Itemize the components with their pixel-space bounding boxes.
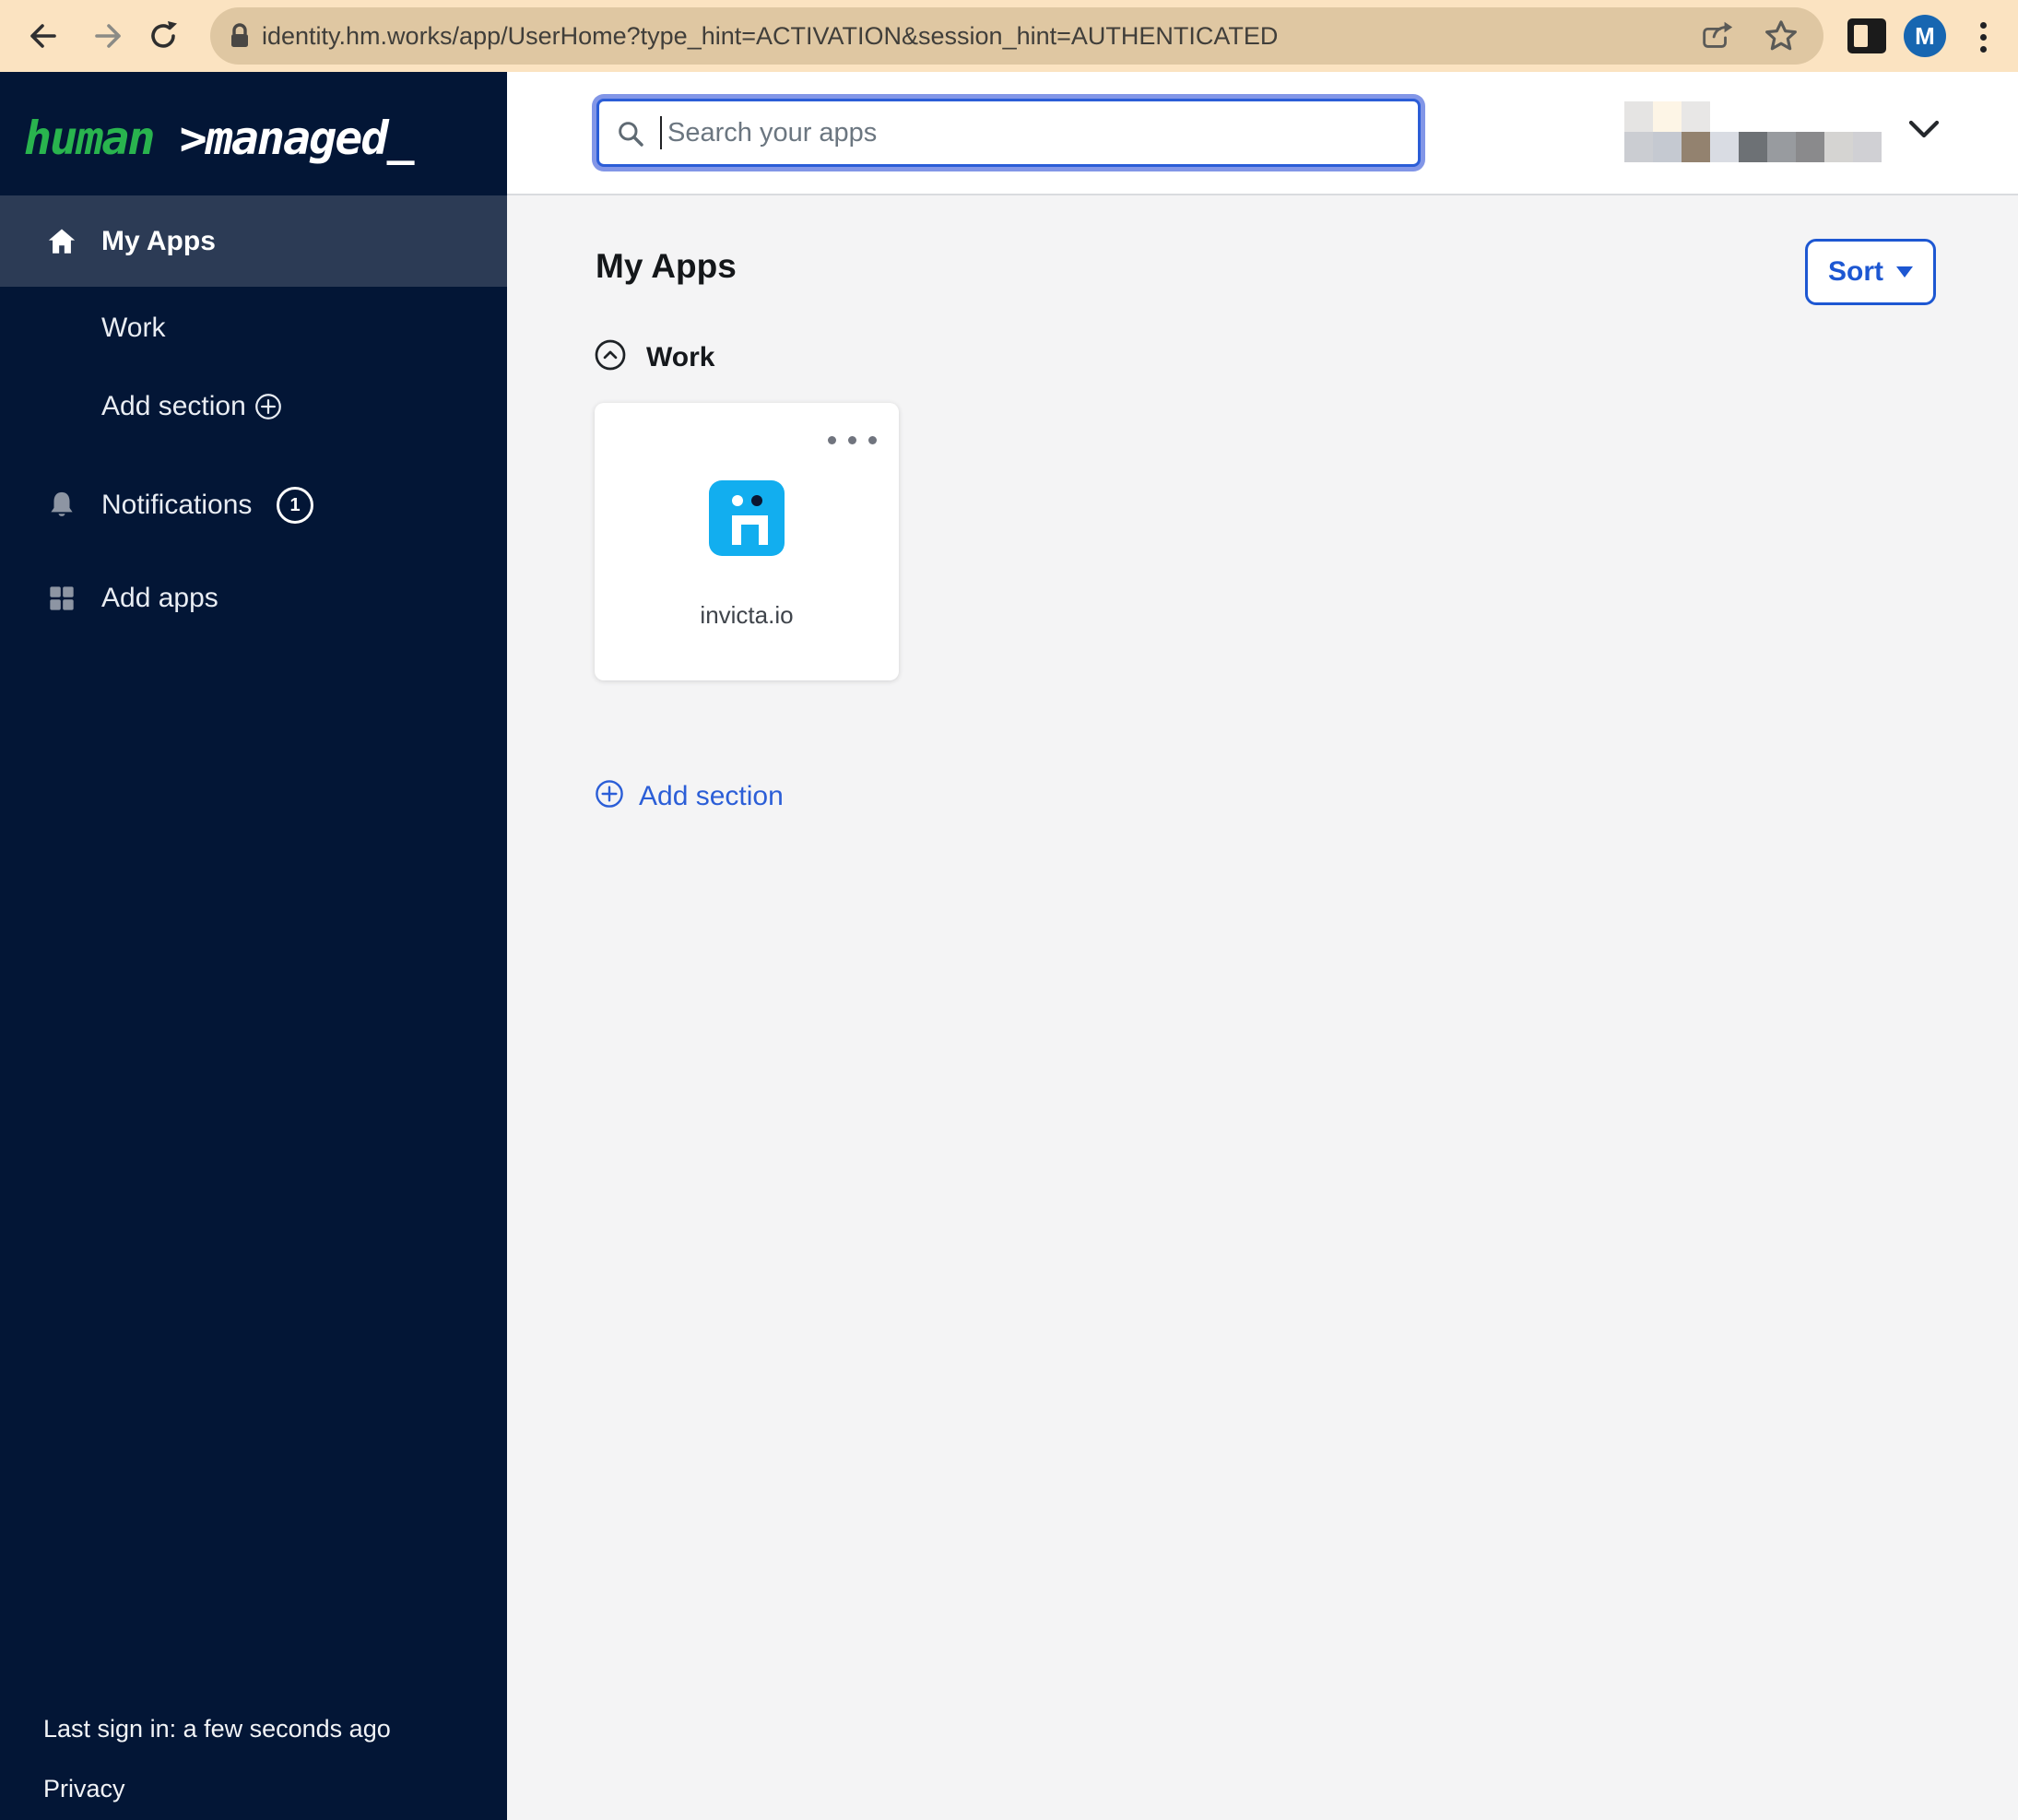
sort-button[interactable]: Sort <box>1805 239 1936 305</box>
plus-circle-icon <box>595 779 624 813</box>
back-arrow-icon <box>30 24 56 48</box>
browser-back-button[interactable] <box>23 17 62 55</box>
collapse-section-icon[interactable] <box>595 339 626 375</box>
search-input[interactable]: Search your apps <box>596 99 1421 167</box>
last-sign-in-text: Last sign in: a few seconds ago <box>43 1715 391 1743</box>
sort-button-label: Sort <box>1828 256 1883 287</box>
section-header-work[interactable]: Work <box>595 339 714 375</box>
text-caret <box>660 116 662 149</box>
app-icon-dot-left <box>732 495 743 506</box>
sidebar-item-work[interactable]: Work <box>0 310 507 347</box>
sidebar-item-label: Work <box>101 313 166 343</box>
app-card-invicta[interactable]: invicta.io <box>595 403 899 680</box>
reload-icon <box>151 21 177 48</box>
search-icon <box>616 119 645 153</box>
side-panel-icon[interactable] <box>1847 18 1886 53</box>
share-icon[interactable] <box>1698 18 1735 53</box>
add-section-label: Add section <box>639 780 784 811</box>
page-title: My Apps <box>596 247 737 285</box>
user-menu[interactable] <box>1624 101 1882 162</box>
forward-arrow-icon <box>95 24 121 48</box>
home-icon <box>46 226 77 257</box>
sort-caret-icon <box>1896 266 1913 278</box>
invicta-app-icon[interactable] <box>709 480 785 556</box>
browser-profile-avatar[interactable]: M <box>1904 15 1946 57</box>
app-name: invicta.io <box>700 601 794 629</box>
main-content: My Apps Sort Work invicta.io Add section <box>507 195 2018 1820</box>
app-icon-dot-right <box>751 495 762 506</box>
section-label: Work <box>646 341 715 372</box>
add-section-link[interactable]: Add section <box>595 779 784 813</box>
logo-part-human: human <box>24 112 180 165</box>
chevron-down-icon[interactable] <box>1908 120 1940 145</box>
grid-icon <box>46 583 77 614</box>
sidebar-item-label: Add apps <box>101 583 218 613</box>
sidebar-item-label: Add section <box>101 391 246 421</box>
sidebar-item-label: My Apps <box>101 225 216 256</box>
app-header: Search your apps <box>507 72 2018 195</box>
browser-forward-button[interactable] <box>89 17 128 55</box>
plus-circle-icon <box>254 393 282 420</box>
app-icon-n-shape <box>732 515 768 545</box>
sidebar-item-add-apps[interactable]: Add apps <box>0 578 507 619</box>
browser-menu-icon[interactable] <box>1978 18 1988 55</box>
notifications-count-badge: 1 <box>277 487 313 524</box>
app-card-menu-icon[interactable] <box>828 436 877 444</box>
brand-logo: human >managed_ <box>24 103 415 173</box>
lock-icon <box>229 22 251 54</box>
browser-reload-button[interactable] <box>144 17 183 55</box>
sidebar-item-add-section[interactable]: Add section <box>0 388 507 425</box>
sidebar-item-notifications[interactable]: Notifications 1 <box>0 485 507 526</box>
bell-icon <box>46 490 77 521</box>
address-bar[interactable]: identity.hm.works/app/UserHome?type_hint… <box>210 7 1823 65</box>
search-placeholder: Search your apps <box>667 117 878 148</box>
bookmark-star-icon[interactable] <box>1763 18 1800 53</box>
logo-part-managed: >managed_ <box>179 112 415 165</box>
privacy-link[interactable]: Privacy <box>43 1775 125 1803</box>
browser-toolbar: identity.hm.works/app/UserHome?type_hint… <box>0 0 2018 72</box>
sidebar: human >managed_ My Apps Work Add section… <box>0 72 507 1820</box>
sidebar-item-my-apps[interactable]: My Apps <box>0 195 507 287</box>
user-menu-mosaic <box>1624 101 1882 162</box>
sidebar-item-label: Notifications <box>101 490 253 520</box>
url-text[interactable]: identity.hm.works/app/UserHome?type_hint… <box>262 7 1278 65</box>
